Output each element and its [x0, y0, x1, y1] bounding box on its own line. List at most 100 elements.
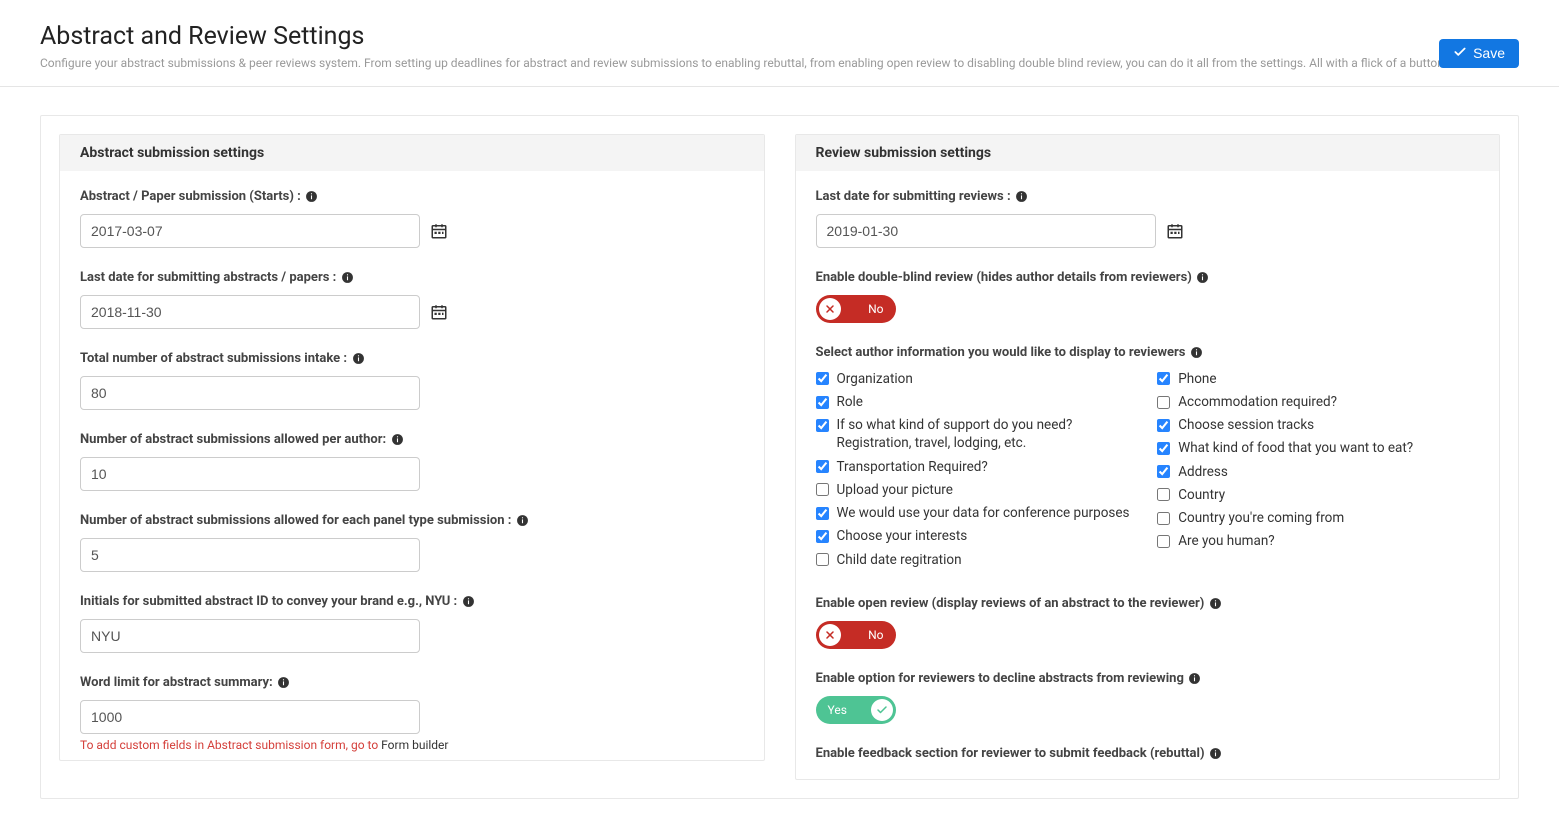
info-icon[interactable] [390, 432, 404, 446]
toggle-openreview[interactable]: No [816, 621, 896, 649]
checkbox[interactable] [816, 372, 829, 385]
info-icon[interactable] [461, 594, 475, 608]
author-info-right: Phone Accommodation required? Choose sessi… [1157, 370, 1479, 574]
field-authorinfo: Select author information you would like… [816, 345, 1480, 574]
input-review-last[interactable] [816, 214, 1156, 248]
author-info-check[interactable]: Country [1157, 486, 1479, 504]
author-info-check[interactable]: Choose your interests [816, 527, 1138, 545]
info-icon[interactable] [1209, 746, 1223, 760]
info-icon[interactable] [305, 189, 319, 203]
checkbox[interactable] [1157, 535, 1170, 548]
author-info-check[interactable]: Country you're coming from [1157, 509, 1479, 527]
info-icon[interactable] [277, 675, 291, 689]
check-label: Choose session tracks [1178, 416, 1314, 434]
author-info-check[interactable]: Address [1157, 463, 1479, 481]
check-label: Choose your interests [837, 527, 968, 545]
checkbox[interactable] [816, 553, 829, 566]
toggle-dblblind[interactable]: No [816, 295, 896, 323]
label-openreview: Enable open review (display reviews of a… [816, 596, 1480, 611]
info-icon[interactable] [1015, 189, 1029, 203]
input-per-author[interactable] [80, 457, 420, 491]
check-label: Role [837, 393, 863, 411]
author-info-check[interactable]: Upload your picture [816, 481, 1138, 499]
input-abstract-last[interactable] [80, 295, 420, 329]
toggle-decline[interactable]: Yes [816, 696, 896, 724]
checkbox[interactable] [816, 396, 829, 409]
label-wordlimit: Word limit for abstract summary: [80, 675, 744, 690]
checkbox[interactable] [1157, 465, 1170, 478]
check-label: Address [1178, 463, 1228, 481]
author-info-check[interactable]: We would use your data for conference pu… [816, 504, 1138, 522]
hint-formbuilder: To add custom fields in Abstract submiss… [80, 738, 744, 752]
info-icon[interactable] [1188, 671, 1202, 685]
check-label: Accommodation required? [1178, 393, 1337, 411]
author-info-check[interactable]: If so what kind of support do you need? … [816, 416, 1138, 452]
info-icon[interactable] [515, 513, 529, 527]
author-info-check[interactable]: Are you human? [1157, 532, 1479, 550]
label-feedback: Enable feedback section for reviewer to … [816, 746, 1480, 761]
check-label: Organization [837, 370, 913, 388]
input-abstract-start[interactable] [80, 214, 420, 248]
author-info-check[interactable]: Role [816, 393, 1138, 411]
abstract-column: Abstract submission settings Abstract / … [59, 134, 765, 780]
field-per-panel: Number of abstract submissions allowed f… [80, 513, 744, 572]
field-review-last: Last date for submitting reviews : [816, 189, 1480, 248]
check-label: Child date regitration [837, 551, 962, 569]
save-button[interactable]: Save [1439, 39, 1519, 68]
abstract-panel-title: Abstract submission settings [60, 135, 764, 171]
page-subtitle: Configure your abstract submissions & pe… [40, 55, 1519, 72]
page-title: Abstract and Review Settings [40, 22, 1519, 51]
save-label: Save [1473, 45, 1505, 61]
info-icon[interactable] [1189, 345, 1203, 359]
input-total-intake[interactable] [80, 376, 420, 410]
checkbox[interactable] [816, 507, 829, 520]
link-form-builder[interactable]: Form builder [381, 738, 448, 752]
field-wordlimit: Word limit for abstract summary: [80, 675, 744, 734]
author-info-check[interactable]: Accommodation required? [1157, 393, 1479, 411]
author-info-check[interactable]: Organization [816, 370, 1138, 388]
author-info-check[interactable]: Transportation Required? [816, 458, 1138, 476]
checkbox[interactable] [1157, 419, 1170, 432]
checkbox[interactable] [816, 530, 829, 543]
label-review-last: Last date for submitting reviews : [816, 189, 1480, 204]
check-label: Upload your picture [837, 481, 953, 499]
checkbox[interactable] [816, 483, 829, 496]
input-initials[interactable] [80, 619, 420, 653]
field-total-intake: Total number of abstract submissions int… [80, 351, 744, 410]
label-abstract-last: Last date for submitting abstracts / pap… [80, 270, 744, 285]
checkbox[interactable] [816, 419, 829, 432]
check-label: Country [1178, 486, 1225, 504]
field-feedback: Enable feedback section for reviewer to … [816, 746, 1480, 761]
info-icon[interactable] [1208, 596, 1222, 610]
input-wordlimit[interactable] [80, 700, 420, 734]
checkbox[interactable] [1157, 512, 1170, 525]
review-panel: Review submission settings Last date for… [795, 134, 1501, 780]
label-total-intake: Total number of abstract submissions int… [80, 351, 744, 366]
input-per-panel[interactable] [80, 538, 420, 572]
author-info-check[interactable]: Phone [1157, 370, 1479, 388]
info-icon[interactable] [340, 270, 354, 284]
label-authorinfo: Select author information you would like… [816, 345, 1480, 360]
check-label: We would use your data for conference pu… [837, 504, 1130, 522]
checkbox[interactable] [816, 460, 829, 473]
label-per-author: Number of abstract submissions allowed p… [80, 432, 744, 447]
checkbox[interactable] [1157, 372, 1170, 385]
checkbox[interactable] [1157, 396, 1170, 409]
info-icon[interactable] [351, 351, 365, 365]
check-icon [871, 699, 893, 721]
info-icon[interactable] [1196, 270, 1210, 284]
field-abstract-last: Last date for submitting abstracts / pap… [80, 270, 744, 329]
author-info-check[interactable]: What kind of food that you want to eat? [1157, 439, 1479, 457]
calendar-icon[interactable] [430, 303, 448, 321]
check-label: If so what kind of support do you need? … [837, 416, 1138, 452]
review-panel-title: Review submission settings [796, 135, 1500, 171]
checkbox[interactable] [1157, 488, 1170, 501]
field-per-author: Number of abstract submissions allowed p… [80, 432, 744, 491]
content: Abstract submission settings Abstract / … [0, 87, 1559, 827]
check-label: Phone [1178, 370, 1216, 388]
author-info-check[interactable]: Child date regitration [816, 551, 1138, 569]
calendar-icon[interactable] [430, 222, 448, 240]
author-info-check[interactable]: Choose session tracks [1157, 416, 1479, 434]
calendar-icon[interactable] [1166, 222, 1184, 240]
checkbox[interactable] [1157, 442, 1170, 455]
